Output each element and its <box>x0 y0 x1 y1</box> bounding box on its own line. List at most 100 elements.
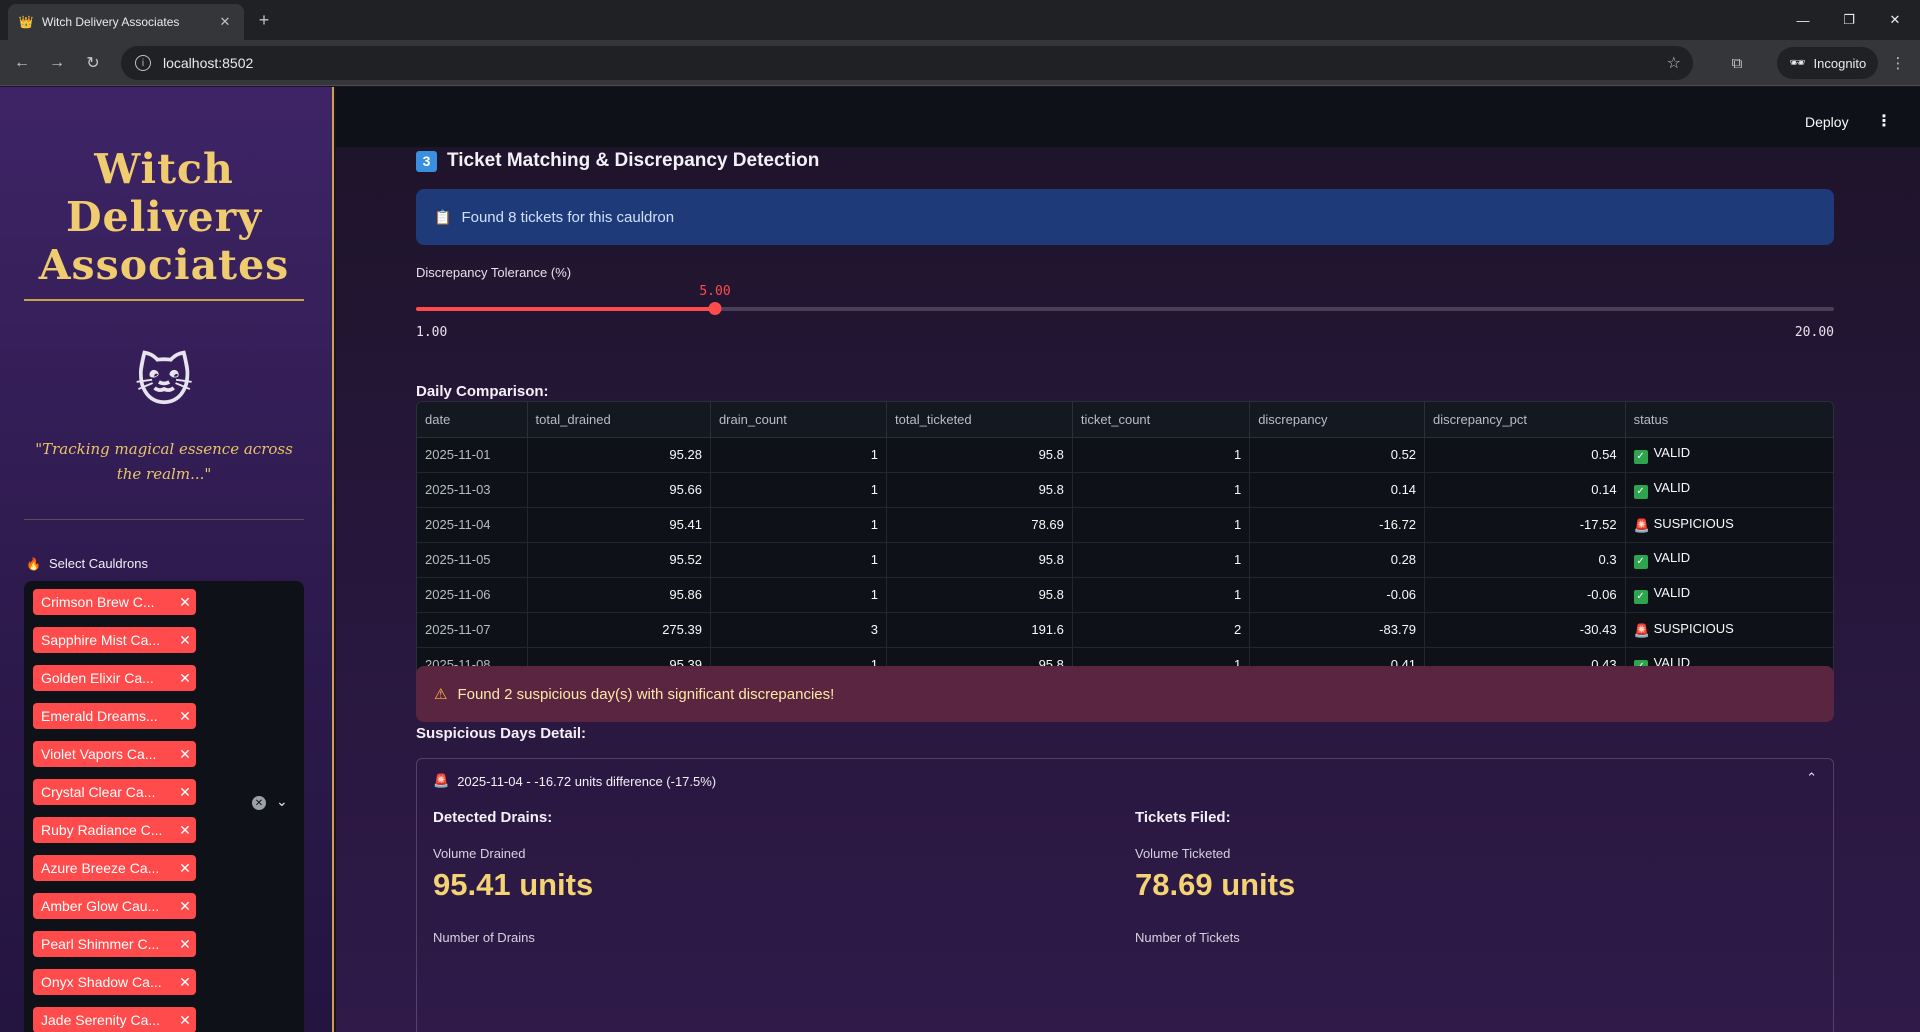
table-cell[interactable]: 78.69 <box>886 507 1073 543</box>
main-menu-icon[interactable]: ⋮ <box>1876 111 1892 131</box>
restore-icon[interactable]: ❐ <box>1826 0 1872 40</box>
table-cell[interactable]: 95.8 <box>886 472 1073 508</box>
table-cell[interactable]: 2025-11-01 <box>417 437 528 473</box>
close-tab-icon[interactable]: ✕ <box>216 13 234 31</box>
browser-tab[interactable]: 👑 Witch Delivery Associates ✕ <box>8 4 244 40</box>
table-cell[interactable]: -0.06 <box>1249 577 1426 613</box>
chevron-up-icon[interactable]: ⌃ <box>1806 770 1817 786</box>
status-cell[interactable]: ✓ VALID <box>1625 437 1833 473</box>
expander-header[interactable]: 🚨 2025-11-04 - -16.72 units difference (… <box>433 773 716 789</box>
cauldron-chip[interactable]: Jade Serenity Ca... ✕ <box>33 1007 196 1032</box>
deploy-button[interactable]: Deploy <box>1805 114 1849 130</box>
table-cell[interactable]: 1 <box>710 507 888 543</box>
table-row[interactable]: 2025-11-03 95.66 1 95.8 1 0.14 0.14 ✓ VALID <box>417 472 1833 508</box>
table-cell[interactable]: -16.72 <box>1249 507 1426 543</box>
table-cell[interactable]: 0.3 <box>1424 542 1626 578</box>
table-cell[interactable]: 95.66 <box>527 472 711 508</box>
table-row[interactable]: 2025-11-06 95.86 1 95.8 1 -0.06 -0.06 ✓ VALID <box>417 577 1833 613</box>
close-window-icon[interactable]: ✕ <box>1872 0 1918 40</box>
table-cell[interactable]: 275.39 <box>527 612 711 648</box>
reload-icon[interactable]: ↻ <box>81 51 105 75</box>
table-cell[interactable]: 191.6 <box>886 612 1073 648</box>
remove-chip-icon[interactable]: ✕ <box>174 974 196 991</box>
table-cell[interactable]: 0.14 <box>1249 472 1426 508</box>
remove-chip-icon[interactable]: ✕ <box>174 708 196 725</box>
column-header[interactable]: drain_count <box>710 402 888 438</box>
remove-chip-icon[interactable]: ✕ <box>174 822 196 839</box>
table-cell[interactable]: 1 <box>710 577 888 613</box>
cauldron-chip[interactable]: Onyx Shadow Ca... ✕ <box>33 969 196 995</box>
remove-chip-icon[interactable]: ✕ <box>174 860 196 877</box>
table-cell[interactable]: 95.41 <box>527 507 711 543</box>
table-cell[interactable]: -0.06 <box>1424 577 1626 613</box>
new-tab-button[interactable]: + <box>252 8 276 32</box>
table-cell[interactable]: 95.8 <box>886 437 1073 473</box>
table-cell[interactable]: 2025-11-06 <box>417 577 528 613</box>
table-cell[interactable]: 95.86 <box>527 577 711 613</box>
table-cell[interactable]: -17.52 <box>1424 507 1626 543</box>
site-info-icon[interactable]: i <box>135 55 151 71</box>
table-cell[interactable]: 2025-11-05 <box>417 542 528 578</box>
status-cell[interactable]: ✓ VALID <box>1625 577 1833 613</box>
cauldron-chip[interactable]: Amber Glow Cau... ✕ <box>33 893 196 919</box>
browser-menu-icon[interactable]: ⋮ <box>1886 51 1910 75</box>
remove-chip-icon[interactable]: ✕ <box>174 594 196 611</box>
column-header[interactable]: discrepancy <box>1249 402 1426 438</box>
table-row[interactable]: 2025-11-04 95.41 1 78.69 1 -16.72 -17.52 🚨 SUSPI… <box>417 507 1833 543</box>
status-cell[interactable]: 🚨 SUSPICIOUS <box>1625 612 1833 648</box>
cauldron-chip[interactable]: Crystal Clear Ca... ✕ <box>33 779 196 805</box>
column-header[interactable]: total_drained <box>527 402 711 438</box>
table-cell[interactable]: 95.52 <box>527 542 711 578</box>
suspicious-day-expander[interactable]: 🚨 2025-11-04 - -16.72 units difference (… <box>416 758 1834 1032</box>
status-cell[interactable]: ✓ VALID <box>1625 542 1833 578</box>
table-cell[interactable]: 2025-11-04 <box>417 507 528 543</box>
table-cell[interactable]: 2025-11-03 <box>417 472 528 508</box>
remove-chip-icon[interactable]: ✕ <box>174 784 196 801</box>
cauldron-chip[interactable]: Emerald Dreams... ✕ <box>33 703 196 729</box>
remove-chip-icon[interactable]: ✕ <box>174 898 196 915</box>
cauldron-chip[interactable]: Crimson Brew C... ✕ <box>33 589 196 615</box>
table-cell[interactable]: 0.54 <box>1424 437 1626 473</box>
remove-chip-icon[interactable]: ✕ <box>174 746 196 763</box>
table-cell[interactable]: 1 <box>1072 542 1251 578</box>
cauldron-multiselect[interactable]: Crimson Brew C... ✕ Sapphire Mist Ca... ✕ Go… <box>24 581 304 1032</box>
forward-icon[interactable]: → <box>45 51 69 75</box>
table-cell[interactable]: 1 <box>710 472 888 508</box>
table-cell[interactable]: 95.8 <box>886 542 1073 578</box>
table-cell[interactable]: 0.52 <box>1249 437 1426 473</box>
column-header[interactable]: discrepancy_pct <box>1424 402 1626 438</box>
back-icon[interactable]: ← <box>10 51 34 75</box>
cauldron-chip[interactable]: Azure Breeze Ca... ✕ <box>33 855 196 881</box>
remove-chip-icon[interactable]: ✕ <box>174 670 196 687</box>
table-row[interactable]: 2025-11-05 95.52 1 95.8 1 0.28 0.3 ✓ VALID <box>417 542 1833 578</box>
table-cell[interactable]: 0.28 <box>1249 542 1426 578</box>
cauldron-chip[interactable]: Violet Vapors Ca... ✕ <box>33 741 196 767</box>
bookmark-star-icon[interactable]: ☆ <box>1667 53 1681 73</box>
table-cell[interactable]: 1 <box>1072 472 1251 508</box>
cast-icon[interactable]: ⧉ <box>1725 51 1749 75</box>
cauldron-chip[interactable]: Ruby Radiance C... ✕ <box>33 817 196 843</box>
url-input[interactable]: i localhost:8502 ☆ <box>121 46 1693 80</box>
table-cell[interactable]: -83.79 <box>1249 612 1426 648</box>
table-cell[interactable]: 1 <box>710 542 888 578</box>
column-header[interactable]: date <box>417 402 528 438</box>
status-cell[interactable]: ✓ VALID <box>1625 472 1833 508</box>
table-row[interactable]: 2025-11-01 95.28 1 95.8 1 0.52 0.54 ✓ VALID <box>417 437 1833 473</box>
table-cell[interactable]: 95.28 <box>527 437 711 473</box>
table-cell[interactable]: 1 <box>1072 507 1251 543</box>
status-cell[interactable]: 🚨 SUSPICIOUS <box>1625 507 1833 543</box>
table-cell[interactable]: 0.14 <box>1424 472 1626 508</box>
slider-thumb[interactable] <box>708 302 722 315</box>
tolerance-slider[interactable] <box>416 302 1834 315</box>
cauldron-chip[interactable]: Golden Elixir Ca... ✕ <box>33 665 196 691</box>
table-cell[interactable]: 1 <box>1072 577 1251 613</box>
chevron-down-icon[interactable]: ⌄ <box>276 793 288 810</box>
cauldron-chip[interactable]: Sapphire Mist Ca... ✕ <box>33 627 196 653</box>
remove-chip-icon[interactable]: ✕ <box>174 936 196 953</box>
remove-chip-icon[interactable]: ✕ <box>174 632 196 649</box>
column-header[interactable]: ticket_count <box>1072 402 1251 438</box>
minimize-icon[interactable]: — <box>1780 0 1826 40</box>
column-header[interactable]: status <box>1625 402 1833 438</box>
table-row[interactable]: 2025-11-07 275.39 3 191.6 2 -83.79 -30.43 🚨 SUSP… <box>417 612 1833 648</box>
table-cell[interactable]: -30.43 <box>1424 612 1626 648</box>
